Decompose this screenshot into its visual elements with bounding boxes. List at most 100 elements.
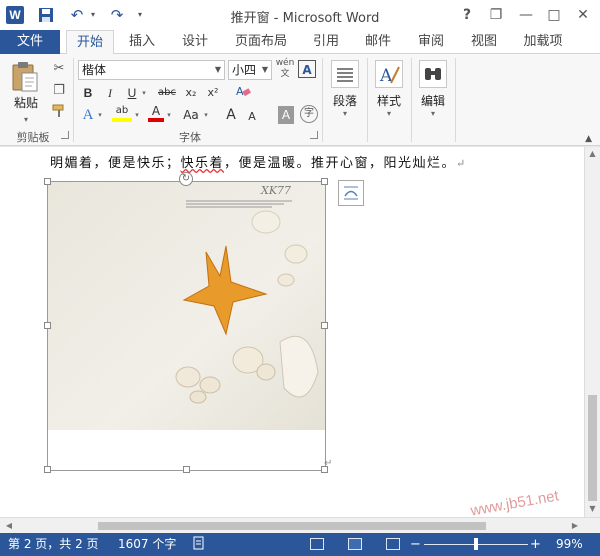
clear-formatting-icon[interactable]: A <box>234 84 252 102</box>
resize-handle[interactable] <box>183 466 190 473</box>
layout-options-icon <box>344 186 358 200</box>
document-area[interactable]: 明媚着，便是快乐；快乐着，便是温暖。推开心窗，阳光灿烂。↵ XK77 ↻ ↵ <box>0 147 584 517</box>
page-info[interactable]: 第 2 页，共 2 页 <box>8 536 99 553</box>
grow-font-button[interactable]: A <box>224 106 238 124</box>
enclose-characters-button[interactable]: 字 <box>300 105 318 123</box>
font-size-dropdown-icon[interactable]: ▼ <box>262 61 268 79</box>
text-run: ，便是温暖。推开心窗，阳光灿烂。 <box>224 156 457 171</box>
resize-handle[interactable] <box>44 466 51 473</box>
highlight-dropdown-icon[interactable]: ▾ <box>133 106 141 124</box>
superscript-button[interactable]: x² <box>204 84 222 102</box>
anchor-mark: ↵ <box>324 458 333 469</box>
selected-image-frame[interactable]: XK77 ↻ ↵ <box>44 172 332 473</box>
text-effects-button[interactable]: A <box>80 106 96 124</box>
paragraph-button[interactable]: 段落 ▾ <box>327 60 363 118</box>
character-shading-button[interactable]: A <box>278 106 294 124</box>
document-line[interactable]: 明媚着，便是快乐；快乐着，便是温暖。推开心窗，阳光灿烂。↵ <box>50 152 467 171</box>
rotate-handle-icon[interactable]: ↻ <box>179 172 193 186</box>
tab-view[interactable]: 视图 <box>464 30 504 54</box>
proofing-icon[interactable] <box>192 536 206 555</box>
clipboard-launcher-icon[interactable] <box>61 131 69 139</box>
font-name-combo[interactable]: 楷体 ▼ <box>78 60 225 80</box>
ribbon-display-button[interactable]: ❐ <box>484 4 508 26</box>
font-launcher-icon[interactable] <box>310 131 318 139</box>
font-color-dropdown-icon[interactable]: ▾ <box>165 106 173 124</box>
web-layout-icon[interactable] <box>386 538 400 550</box>
undo-dropdown-icon[interactable]: ▾ <box>88 5 98 25</box>
styles-button[interactable]: A 样式 ▾ <box>371 60 407 118</box>
tab-home[interactable]: 开始 <box>66 30 114 55</box>
tab-mailings[interactable]: 邮件 <box>358 30 398 54</box>
underline-button[interactable]: U <box>124 84 140 102</box>
tab-page-layout[interactable]: 页面布局 <box>230 30 292 54</box>
zoom-level[interactable]: 99% <box>556 536 583 553</box>
vertical-scrollbar[interactable]: ▲ ▼ <box>584 147 600 517</box>
styles-dropdown-icon: ▾ <box>386 109 391 118</box>
zoom-slider-knob[interactable] <box>474 538 478 550</box>
tab-design[interactable]: 设计 <box>175 30 215 54</box>
change-case-button[interactable]: Aa <box>180 106 202 124</box>
cut-icon[interactable]: ✂ <box>50 60 68 78</box>
help-button[interactable]: ? <box>455 4 479 26</box>
tab-review[interactable]: 审阅 <box>411 30 451 54</box>
word-count[interactable]: 1607 个字 <box>118 536 176 553</box>
scroll-up-icon[interactable]: ▲ <box>585 147 600 161</box>
resize-handle[interactable] <box>321 178 328 185</box>
character-border-button[interactable]: A <box>298 60 316 78</box>
tab-references[interactable]: 引用 <box>306 30 346 54</box>
resize-handle[interactable] <box>321 322 328 329</box>
beach-starfish-image[interactable]: XK77 <box>48 182 325 430</box>
zoom-in-button[interactable]: + <box>530 536 541 553</box>
resize-handle[interactable] <box>44 178 51 185</box>
group-divider <box>367 58 368 142</box>
tab-addins[interactable]: 加载项 <box>516 30 570 54</box>
print-layout-icon[interactable] <box>348 538 362 550</box>
shrink-font-button[interactable]: A <box>246 108 258 126</box>
tab-file[interactable]: 文件 <box>0 30 60 54</box>
minimize-button[interactable]: — <box>514 4 538 26</box>
subscript-button[interactable]: x₂ <box>182 84 200 102</box>
window-title: 推开窗 - Microsoft Word <box>230 11 380 26</box>
redo-icon[interactable]: ↷ <box>106 5 128 25</box>
paste-button[interactable]: 粘贴 ▾ <box>8 94 44 125</box>
tab-insert[interactable]: 插入 <box>122 30 162 54</box>
close-button[interactable]: ✕ <box>571 4 595 26</box>
copy-icon[interactable]: ❐ <box>50 82 68 100</box>
customize-qat-icon[interactable]: ▾ <box>134 5 146 25</box>
bold-button[interactable]: B <box>80 84 96 102</box>
maximize-button[interactable]: □ <box>542 4 566 26</box>
italic-button[interactable]: I <box>102 84 118 102</box>
save-icon[interactable] <box>36 5 56 25</box>
underline-dropdown-icon[interactable]: ▾ <box>140 84 148 102</box>
horizontal-scrollbar[interactable]: ◀ ▶ <box>0 517 600 533</box>
collapse-ribbon-icon[interactable]: ▲ <box>585 134 592 144</box>
editing-button[interactable]: 编辑 ▾ <box>415 60 451 118</box>
layout-options-button[interactable] <box>338 180 364 206</box>
read-mode-icon[interactable] <box>310 538 324 550</box>
word-logo-icon[interactable]: W <box>6 6 24 24</box>
zoom-out-button[interactable]: − <box>410 536 421 553</box>
font-name-value: 楷体 <box>82 63 107 77</box>
scroll-right-icon[interactable]: ▶ <box>568 518 582 533</box>
resize-handle[interactable] <box>44 322 51 329</box>
paste-dropdown-icon[interactable]: ▾ <box>24 115 28 124</box>
paste-icon[interactable] <box>10 61 40 93</box>
clipboard-group-label: 剪贴板 <box>16 131 50 144</box>
format-painter-icon[interactable] <box>50 104 68 122</box>
vertical-scroll-thumb[interactable] <box>588 395 597 501</box>
text-run: 明媚着，便是快乐； <box>50 156 181 171</box>
horizontal-scroll-thumb[interactable] <box>98 522 486 530</box>
strikethrough-button[interactable]: abc <box>156 84 178 102</box>
misspelled-text: 快乐着 <box>180 156 225 171</box>
document-page[interactable]: 明媚着，便是快乐；快乐着，便是温暖。推开心窗，阳光灿烂。↵ XK77 ↻ ↵ <box>0 147 584 517</box>
highlight-color-button[interactable]: ab <box>112 104 132 122</box>
font-size-combo[interactable]: 小四 ▼ <box>228 60 272 80</box>
font-color-button[interactable]: A <box>148 104 164 122</box>
scroll-left-icon[interactable]: ◀ <box>2 518 16 533</box>
scroll-down-icon[interactable]: ▼ <box>585 502 600 516</box>
text-effects-dropdown-icon[interactable]: ▾ <box>96 106 104 124</box>
undo-icon[interactable]: ↶ <box>66 5 88 25</box>
font-name-dropdown-icon[interactable]: ▼ <box>215 61 221 79</box>
phonetic-guide-button[interactable]: wén 文 <box>275 58 295 82</box>
change-case-dropdown-icon[interactable]: ▾ <box>202 106 210 124</box>
